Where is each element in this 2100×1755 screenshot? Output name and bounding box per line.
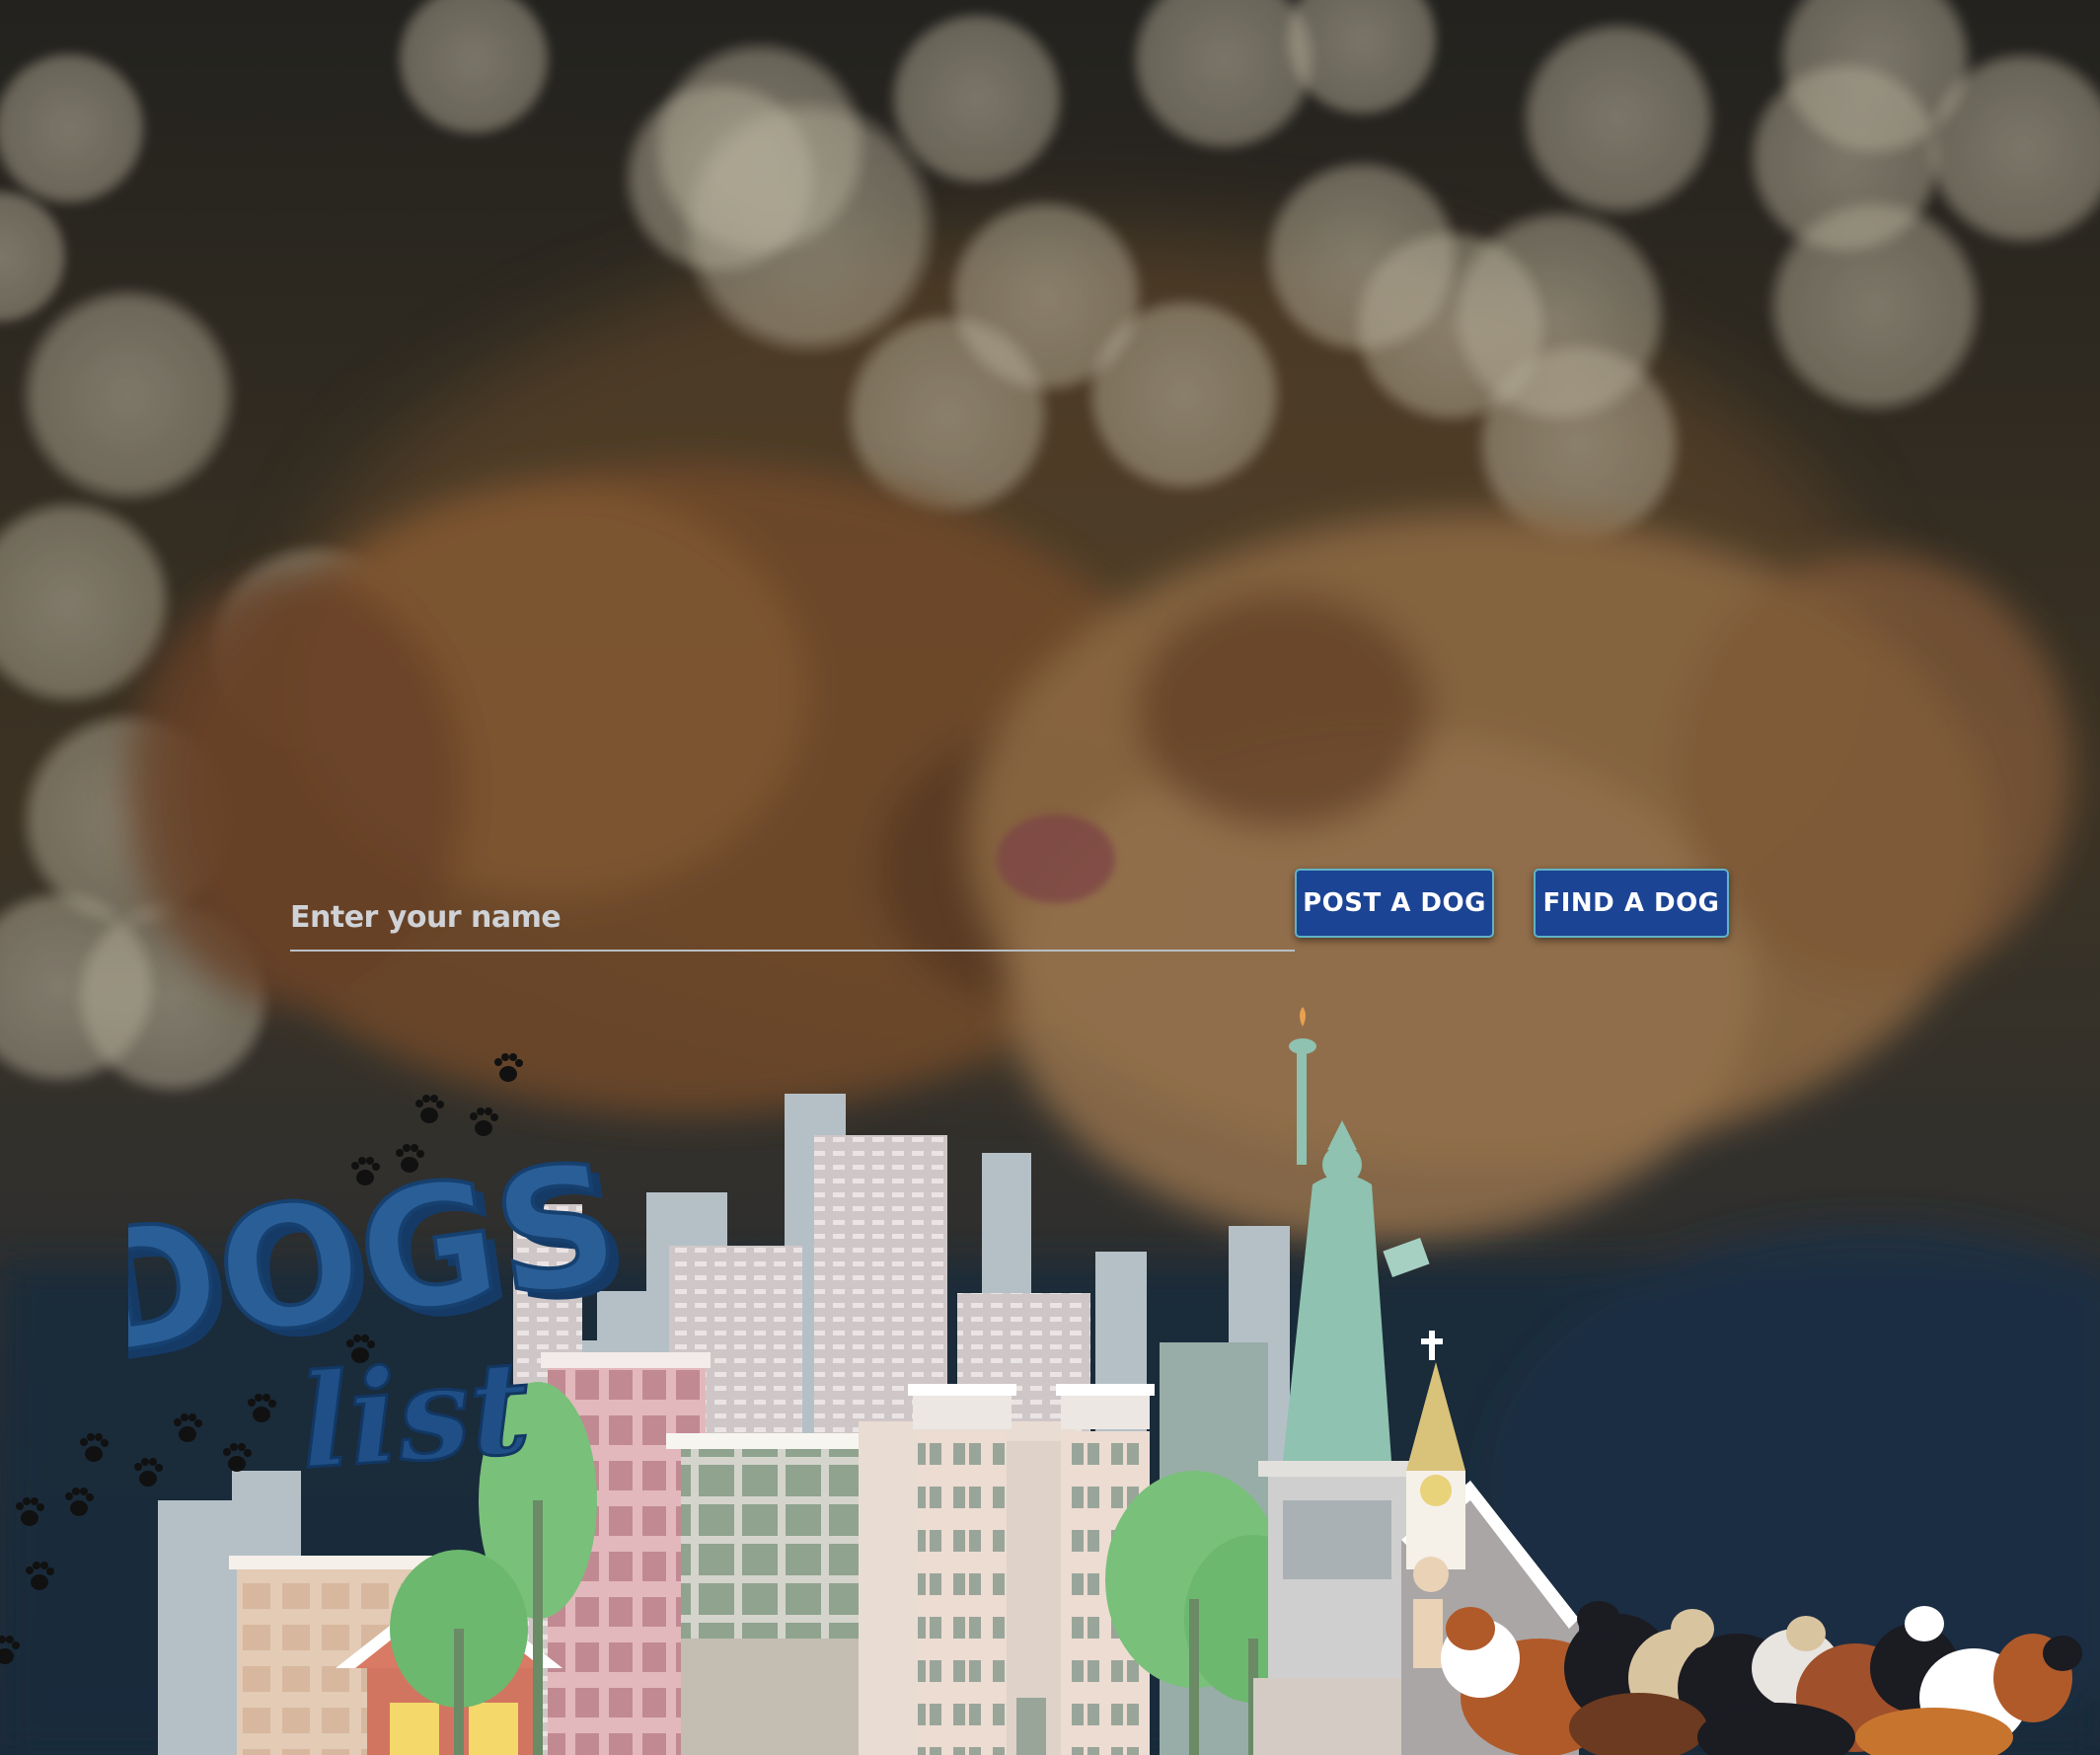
name-field — [290, 875, 1295, 952]
find-a-dog-button[interactable]: FIND A DOG — [1534, 869, 1729, 938]
name-input[interactable] — [290, 875, 1295, 950]
svg-text:list: list — [295, 1332, 534, 1490]
post-a-dog-button[interactable]: POST A DOG — [1295, 869, 1494, 938]
dogs-list-logo: DOGS DOGS list — [128, 1123, 641, 1490]
landing-page: POST A DOG FIND A DOG — [0, 0, 2100, 1755]
